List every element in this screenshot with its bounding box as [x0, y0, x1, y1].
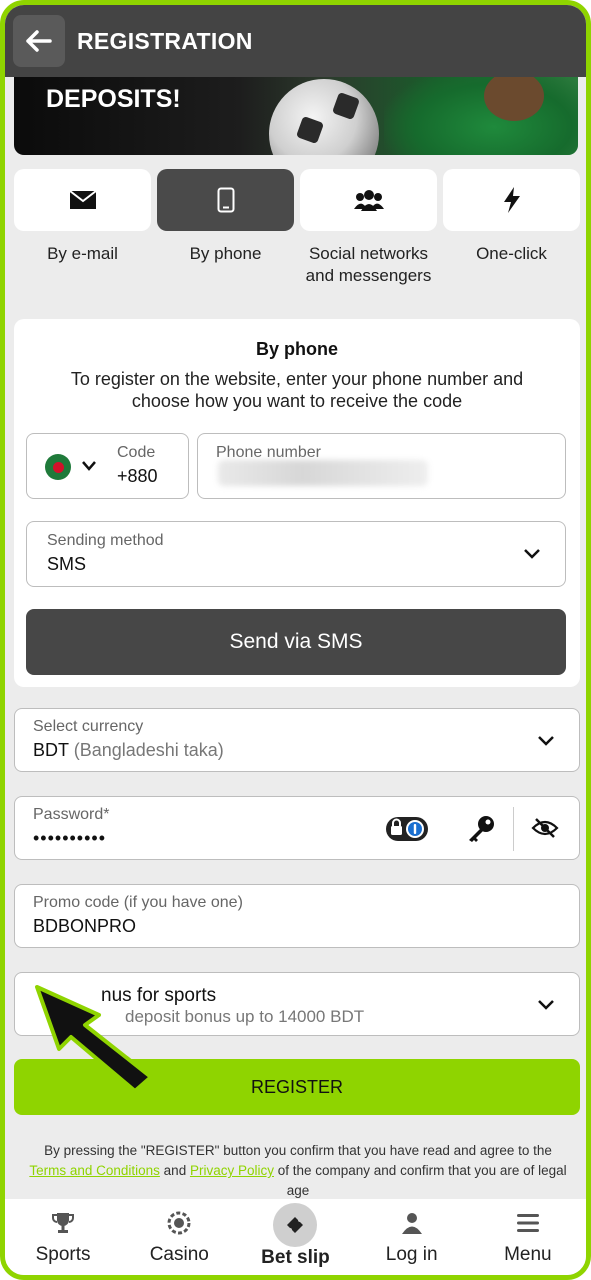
bonus-subtitle: deposit bonus up to 14000 BDT — [125, 1007, 365, 1026]
arrow-left-icon — [26, 30, 52, 52]
ball-patch — [331, 91, 361, 121]
banner-ball-image — [269, 79, 379, 155]
tab-email-box[interactable] — [14, 169, 151, 231]
country-code-select[interactable]: Code +880 — [26, 433, 189, 499]
tab-email-label: By e-mail — [47, 244, 118, 263]
ticket-icon — [287, 1217, 304, 1233]
nav-login[interactable]: Log in — [357, 1199, 467, 1266]
nav-casino[interactable]: Casino — [124, 1199, 234, 1266]
promo-code-label: Promo code (if you have one) — [33, 894, 243, 911]
divider — [513, 807, 514, 851]
bonus-title: nus for sports — [101, 985, 217, 1006]
currency-label: Select currency — [33, 718, 144, 735]
tab-email[interactable]: By e-mail — [14, 169, 151, 287]
code-label: Code — [117, 444, 156, 461]
registration-method-tabs: By e-mail By phone Social networks and m… — [14, 169, 580, 287]
send-sms-button[interactable]: Send via SMS — [26, 609, 566, 675]
card-title: By phone — [255, 339, 338, 359]
page-title: REGISTRATION — [77, 27, 253, 54]
chevron-down-icon — [538, 1000, 554, 1010]
banner-player-image — [384, 77, 578, 155]
trophy-icon — [52, 1213, 75, 1233]
sending-method-label: Sending method — [47, 532, 164, 549]
back-button[interactable] — [13, 15, 65, 67]
bonus-select[interactable]: nus for sports deposit bonus up to 14000… — [14, 972, 580, 1036]
header: REGISTRATION — [5, 5, 586, 77]
user-icon — [401, 1213, 422, 1234]
card-description: To register on the website, enter your p… — [70, 369, 524, 411]
ball-patch — [295, 115, 325, 145]
password-manager-icon[interactable] — [385, 816, 429, 842]
tab-one-click[interactable]: One-click — [443, 169, 580, 287]
app-frame: REGISTRATION DEPOSITS! By e-mail By phon… — [0, 0, 591, 1280]
tab-social-label: Social networks and messengers — [305, 244, 432, 285]
tab-phone-label: By phone — [189, 244, 262, 263]
nav-menu-label: Menu — [504, 1244, 552, 1265]
legal-text-before: By pressing the "REGISTER" button you co… — [44, 1143, 552, 1158]
sending-method-select[interactable]: Sending method SMS — [26, 521, 566, 587]
lightning-icon — [503, 187, 520, 213]
promo-banner[interactable]: DEPOSITS! — [14, 77, 578, 155]
menu-icon — [516, 1214, 539, 1232]
tab-phone-box[interactable] — [157, 169, 294, 231]
register-button[interactable]: REGISTER — [14, 1059, 580, 1115]
eye-slash-icon[interactable] — [531, 817, 559, 839]
nav-sports-label: Sports — [35, 1244, 91, 1265]
phone-icon — [217, 187, 234, 213]
tab-phone[interactable]: By phone — [157, 169, 294, 287]
password-input[interactable]: Password* •••••••••• — [14, 796, 580, 860]
terms-link[interactable]: Terms and Conditions — [29, 1163, 160, 1178]
nav-bet-slip[interactable]: Bet slip — [240, 1199, 350, 1269]
banner-text: DEPOSITS! — [46, 85, 181, 113]
phone-registration-card: By phone To register on the website, ent… — [14, 319, 580, 687]
legal-text-and: and — [159, 1163, 190, 1178]
tab-one-click-label: One-click — [476, 244, 547, 263]
password-value: •••••••••• — [33, 828, 107, 848]
tab-social-box[interactable] — [300, 169, 437, 231]
legal-text: By pressing the "REGISTER" button you co… — [25, 1141, 571, 1201]
phone-number-input[interactable]: Phone number — [197, 433, 566, 499]
tab-one-click-box[interactable] — [443, 169, 580, 231]
password-label: Password* — [33, 806, 110, 823]
sending-method-value: SMS — [47, 554, 87, 574]
privacy-link[interactable]: Privacy Policy — [190, 1163, 274, 1178]
bet-slip-badge — [273, 1203, 318, 1247]
phone-number-value-blurred — [218, 460, 428, 486]
currency-code: BDT — [33, 740, 69, 760]
currency-select[interactable]: Select currency BDT (Bangladeshi taka) — [14, 708, 580, 772]
bangladesh-flag-icon — [45, 454, 71, 480]
chevron-down-icon — [82, 461, 96, 471]
legal-text-after: of the company and confirm that you are … — [273, 1163, 567, 1198]
nav-casino-label: Casino — [149, 1244, 209, 1265]
key-icon[interactable] — [466, 815, 496, 843]
bottom-navigation: Sports Casino Bet slip Log in Menu — [5, 1199, 586, 1275]
envelope-icon — [68, 190, 97, 209]
tab-social[interactable]: Social networks and messengers — [300, 169, 437, 287]
nav-login-label: Log in — [385, 1244, 438, 1265]
promo-code-value: BDBONPRO — [33, 916, 137, 936]
nav-sports[interactable]: Sports — [8, 1199, 118, 1266]
chevron-down-icon — [538, 736, 554, 746]
nav-menu[interactable]: Menu — [473, 1199, 583, 1266]
currency-name: (Bangladeshi taka) — [73, 740, 224, 760]
currency-value: BDT (Bangladeshi taka) — [33, 740, 224, 761]
nav-bet-slip-label: Bet slip — [261, 1247, 330, 1268]
code-value: +880 — [117, 466, 158, 486]
chevron-down-icon — [524, 549, 540, 559]
promo-code-input[interactable]: Promo code (if you have one) BDBONPRO — [14, 884, 580, 948]
chip-icon — [167, 1211, 191, 1235]
users-icon — [353, 190, 384, 211]
